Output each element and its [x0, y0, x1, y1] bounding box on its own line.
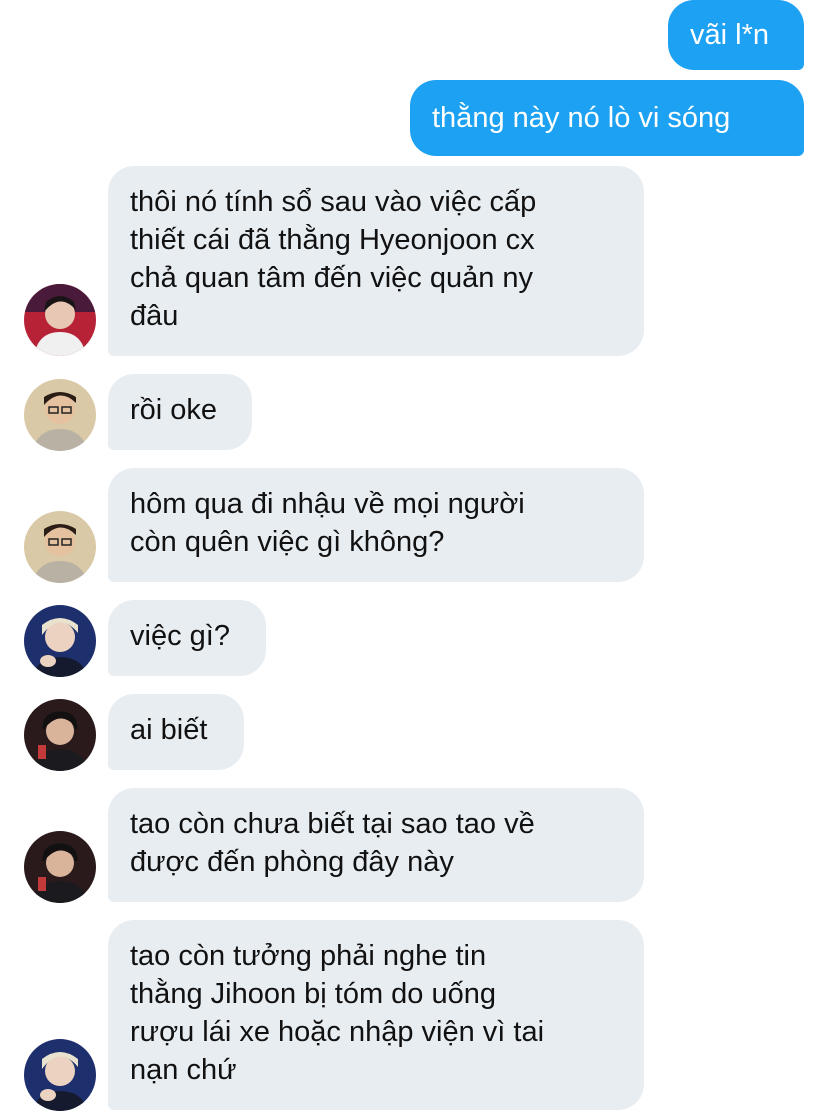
avatar-headset-dark-image [24, 831, 96, 903]
avatar-blond-blue-image [24, 1039, 96, 1111]
avatar-glasses-image [24, 379, 96, 451]
avatar-red-jersey-image [24, 284, 96, 356]
message-bubble-received[interactable]: tao còn chưa biết tại sao tao về được đế… [108, 788, 644, 902]
avatar-glasses[interactable] [24, 511, 96, 583]
message-bubble-received[interactable]: rồi oke [108, 374, 252, 450]
message-bubble-received[interactable]: việc gì? [108, 600, 266, 676]
avatar-blond-blue[interactable] [24, 605, 96, 677]
avatar-red-jersey[interactable] [24, 284, 96, 356]
message-bubble-sent[interactable]: vãi l*n [668, 0, 804, 70]
message-bubble-received[interactable]: thôi nó tính sổ sau vào việc cấp thiết c… [108, 166, 644, 356]
message-bubble-received[interactable]: hôm qua đi nhậu về mọi người còn quên vi… [108, 468, 644, 582]
avatar-headset-dark-image [24, 699, 96, 771]
avatar-blond-blue[interactable] [24, 1039, 96, 1111]
avatar-blond-blue-image [24, 605, 96, 677]
avatar-glasses[interactable] [24, 379, 96, 451]
message-bubble-received[interactable]: ai biết [108, 694, 244, 770]
avatar-glasses-image [24, 511, 96, 583]
avatar-headset-dark[interactable] [24, 831, 96, 903]
message-bubble-sent[interactable]: thằng này nó lò vi sóng [410, 80, 804, 156]
message-bubble-received[interactable]: tao còn tưởng phải nghe tin thằng Jihoon… [108, 920, 644, 1110]
avatar-headset-dark[interactable] [24, 699, 96, 771]
